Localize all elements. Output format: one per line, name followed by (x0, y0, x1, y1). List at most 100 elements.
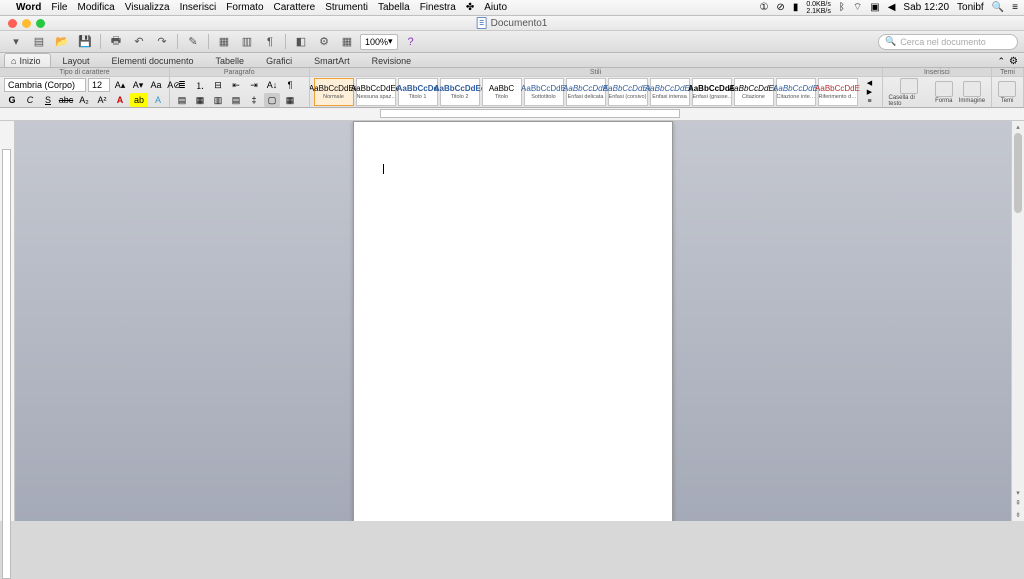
zoom-window-button[interactable] (36, 19, 45, 28)
font-size-combo[interactable]: 12 (88, 78, 110, 92)
menu-aiuto[interactable]: Aiuto (484, 2, 507, 13)
new-doc-button[interactable]: ▾ (6, 33, 26, 51)
app-name[interactable]: Word (16, 2, 41, 13)
style-titolo[interactable]: AaBbCTitolo (482, 78, 522, 106)
battery-icon[interactable]: ▮ (793, 2, 799, 13)
menu-finestra[interactable]: Finestra (420, 2, 456, 13)
bluetooth-icon[interactable]: ᛒ (839, 2, 845, 13)
tab-elementi-documento[interactable]: Elementi documento (100, 53, 204, 67)
shading-button[interactable]: ▢ (264, 93, 280, 107)
insert-casella-di-testo[interactable]: Casella di testo (887, 78, 931, 107)
zoom-combo[interactable]: 100% ▾ (360, 34, 398, 50)
style-citazione[interactable]: AaBbCcDdEeCitazione (734, 78, 774, 106)
scroll-down-arrow[interactable]: ▾ (1014, 489, 1022, 497)
status-icon-2[interactable]: ⊘ (776, 2, 784, 13)
document-page[interactable] (353, 121, 673, 521)
align-left-button[interactable]: ▤ (174, 93, 190, 107)
help-icon[interactable]: ✤ (466, 2, 474, 13)
notifications-icon[interactable]: ≡ (1012, 2, 1018, 13)
document-search[interactable]: 🔍 Cerca nel documento (878, 34, 1018, 50)
vertical-scrollbar[interactable]: ▴ ▾ ⇞ ⇟ (1011, 121, 1024, 521)
toolbox-button[interactable]: ⚙ (314, 33, 334, 51)
redo-button[interactable]: ↷ (152, 33, 172, 51)
horizontal-ruler[interactable] (0, 108, 1024, 121)
text-effects-button[interactable]: A (150, 93, 166, 107)
style-enfasi-corsivo-[interactable]: AaBbCcDdEeEnfasi (corsivo) (608, 78, 648, 106)
tab-tabelle[interactable]: Tabelle (205, 53, 256, 67)
increase-indent-button[interactable]: ⇥ (246, 78, 262, 92)
superscript-button[interactable]: A² (94, 93, 110, 107)
style-normale[interactable]: AaBbCcDdEeNormale (314, 78, 354, 106)
justify-button[interactable]: ▤ (228, 93, 244, 107)
style-sottotitolo[interactable]: AaBbCcDdESottotitolo (524, 78, 564, 106)
style-citazione-inte-[interactable]: AaBbCcDdECitazione inte… (776, 78, 816, 106)
style-titolo-1[interactable]: AaBbCcDdTitolo 1 (398, 78, 438, 106)
menu-carattere[interactable]: Carattere (274, 2, 316, 13)
highlight-button[interactable]: ab (130, 93, 148, 107)
columns-button[interactable]: ▥ (237, 33, 257, 51)
tab-inizio[interactable]: ⌂Inizio (4, 53, 51, 67)
styles-scroll-right[interactable]: ▶ (862, 88, 878, 96)
help-button[interactable]: ? (401, 33, 421, 51)
subscript-button[interactable]: A₂ (76, 93, 92, 107)
menu-formato[interactable]: Formato (226, 2, 263, 13)
decrease-indent-button[interactable]: ⇤ (228, 78, 244, 92)
menu-visualizza[interactable]: Visualizza (125, 2, 170, 13)
styles-scroll-left[interactable]: ◀ (862, 79, 878, 87)
font-name-combo[interactable]: Cambria (Corpo) (4, 78, 86, 92)
prev-page-arrow[interactable]: ⇞ (1014, 499, 1022, 507)
align-center-button[interactable]: ▦ (192, 93, 208, 107)
tab-layout[interactable]: Layout (51, 53, 100, 67)
styles-list-button[interactable]: ≡ (862, 97, 878, 105)
save-button[interactable]: 💾 (75, 33, 95, 51)
style-nessuna-spaz-[interactable]: AaBbCcDdEeNessuna spaz… (356, 78, 396, 106)
style-enfasi-delicata[interactable]: AaBbCcDdEEnfasi delicata (566, 78, 606, 106)
style-titolo-2[interactable]: AaBbCcDdEeTitolo 2 (440, 78, 480, 106)
undo-button[interactable]: ↶ (129, 33, 149, 51)
font-color-button[interactable]: A (112, 93, 128, 107)
numbering-button[interactable]: ⒈ (192, 78, 208, 92)
display-icon[interactable]: ▣ (870, 2, 879, 13)
bullets-button[interactable]: ≣ (174, 78, 190, 92)
wifi-icon[interactable]: ⌔ (853, 1, 862, 14)
line-spacing-button[interactable]: ‡ (246, 93, 262, 107)
print-button[interactable]: 🖶 (106, 33, 126, 51)
format-painter-button[interactable]: ✎ (183, 33, 203, 51)
scroll-up-arrow[interactable]: ▴ (1014, 123, 1022, 131)
scroll-thumb[interactable] (1014, 133, 1022, 213)
change-case-button[interactable]: Aa (148, 78, 164, 92)
menu-tabella[interactable]: Tabella (378, 2, 410, 13)
vertical-ruler[interactable] (0, 121, 15, 521)
themes-button[interactable]: Temi (996, 81, 1018, 104)
show-button[interactable]: ¶ (260, 33, 280, 51)
minimize-window-button[interactable] (22, 19, 31, 28)
next-page-arrow[interactable]: ⇟ (1014, 511, 1022, 519)
new-template-button[interactable]: ▤ (29, 33, 49, 51)
volume-icon[interactable]: ◀ (888, 2, 896, 13)
multilevel-list-button[interactable]: ⊟ (210, 78, 226, 92)
menu-strumenti[interactable]: Strumenti (325, 2, 368, 13)
underline-button[interactable]: S (40, 93, 56, 107)
user-name[interactable]: Tonibf (957, 2, 984, 13)
ribbon-collapse-icon[interactable]: ⌃ (997, 56, 1005, 67)
tab-grafici[interactable]: Grafici (255, 53, 303, 67)
bold-button[interactable]: G (4, 93, 20, 107)
grow-font-button[interactable]: A▴ (112, 78, 128, 92)
sort-button[interactable]: A↓ (264, 78, 280, 92)
insert-immagine[interactable]: Immagine (957, 81, 987, 104)
menu-file[interactable]: File (51, 2, 67, 13)
strikethrough-button[interactable]: abc (58, 93, 74, 107)
sidebar-button[interactable]: ◧ (291, 33, 311, 51)
clock[interactable]: Sab 12:20 (903, 2, 949, 13)
status-icon[interactable]: ① (759, 2, 768, 13)
style-enfasi-grasse-[interactable]: AaBbCcDdEEnfasi (grasse… (692, 78, 732, 106)
style-enfasi-intensa[interactable]: AaBbCcDdEeEnfasi intensa (650, 78, 690, 106)
tables-button[interactable]: ▦ (214, 33, 234, 51)
menu-modifica[interactable]: Modifica (78, 2, 115, 13)
show-paragraph-button[interactable]: ¶ (282, 78, 298, 92)
insert-forma[interactable]: Forma (933, 81, 955, 104)
document-scroll-area[interactable] (15, 121, 1011, 521)
style-riferimento-d-[interactable]: AaBbCcDdERiferimento d… (818, 78, 858, 106)
borders-button[interactable]: ▦ (282, 93, 298, 107)
tab-revisione[interactable]: Revisione (361, 53, 423, 67)
